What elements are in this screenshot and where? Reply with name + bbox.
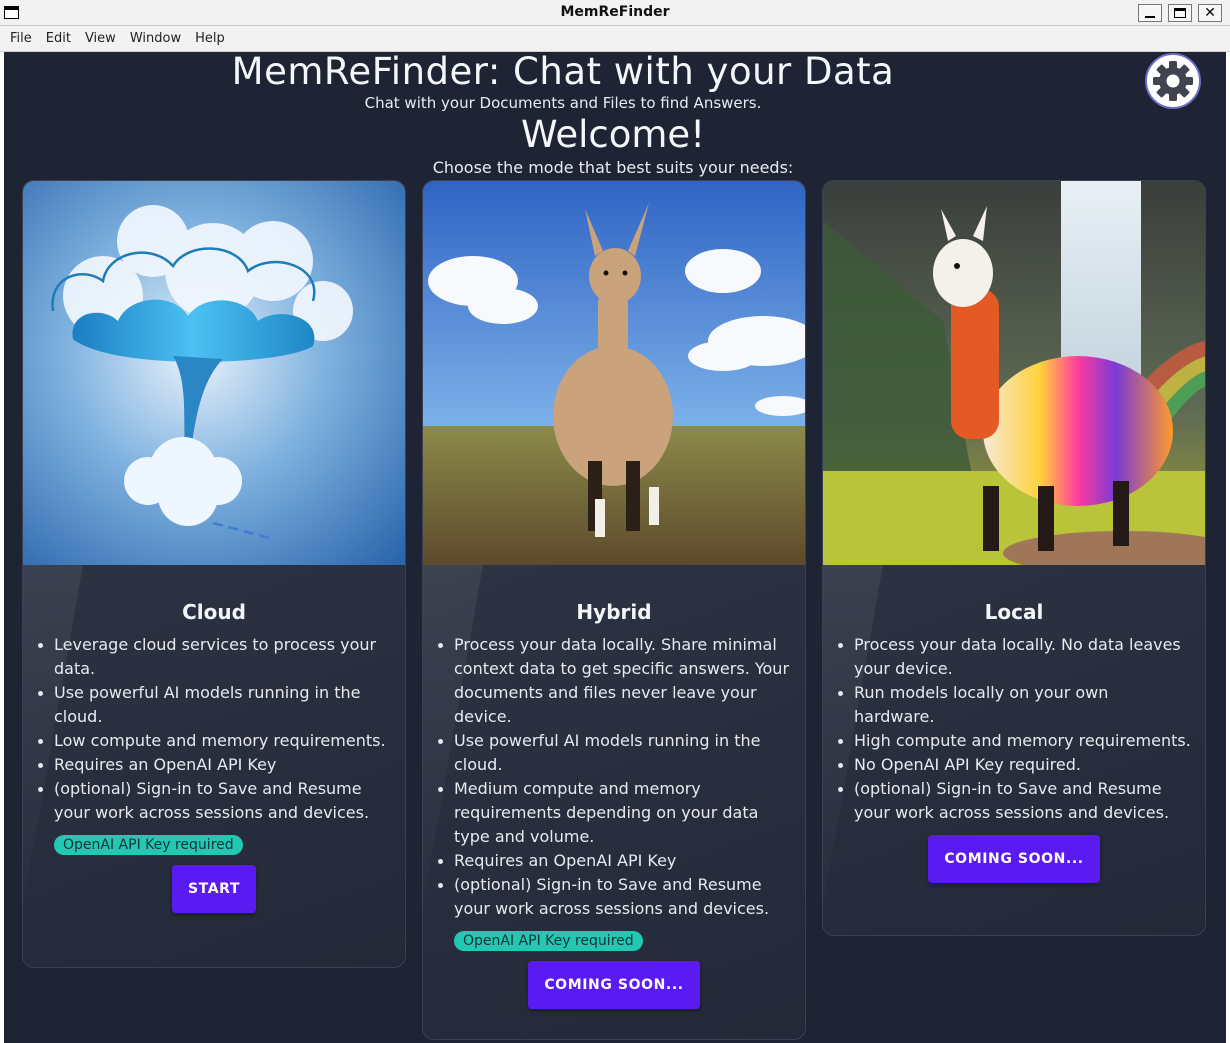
feature-list-hybrid: Process your data locally. Share minimal…: [423, 633, 805, 921]
window-title: MemReFinder: [560, 4, 670, 20]
feature-item: (optional) Sign-in to Save and Resume yo…: [838, 777, 1191, 825]
rainbow-llama-illustration: [823, 181, 1205, 565]
llama-photo: [423, 181, 805, 565]
feature-item: Process your data locally. Share minimal…: [438, 633, 791, 729]
page-subtitle: Chat with your Documents and Files to fi…: [364, 94, 762, 112]
minimize-button[interactable]: [1138, 4, 1162, 22]
maximize-icon: [1174, 8, 1186, 18]
gear-icon: [1153, 61, 1193, 101]
card-title-hybrid: Hybrid: [576, 600, 652, 624]
feature-list-local: Process your data locally. No data leave…: [823, 633, 1205, 825]
feature-item: Medium compute and memory requirements d…: [438, 777, 791, 849]
feature-item: Run models locally on your own hardware.: [838, 681, 1191, 729]
coming-soon-button-local[interactable]: COMING SOON...: [928, 835, 1100, 883]
mode-card-local: Local Process your data locally. No data…: [822, 180, 1206, 936]
feature-item: No OpenAI API Key required.: [838, 753, 1191, 777]
menu-edit[interactable]: Edit: [46, 31, 71, 46]
card-title-cloud: Cloud: [182, 600, 246, 624]
mode-prompt: Choose the mode that best suits your nee…: [432, 158, 794, 177]
close-button[interactable]: ✕: [1198, 4, 1222, 22]
feature-item: Requires an OpenAI API Key: [38, 753, 391, 777]
settings-button[interactable]: [1145, 53, 1201, 109]
menu-window[interactable]: Window: [130, 31, 181, 46]
mode-card-cloud: Cloud Leverage cloud services to process…: [22, 180, 406, 968]
api-key-badge: OpenAI API Key required: [454, 931, 643, 951]
api-key-badge: OpenAI API Key required: [54, 835, 243, 855]
mode-card-hybrid: Hybrid Process your data locally. Share …: [422, 180, 806, 1040]
app-main: MemReFinder: Chat with your Data Chat wi…: [4, 52, 1226, 1043]
start-button[interactable]: START: [171, 865, 257, 913]
menu-help[interactable]: Help: [195, 31, 225, 46]
menu-file[interactable]: File: [10, 31, 32, 46]
menu-view[interactable]: View: [85, 31, 116, 46]
feature-item: High compute and memory requirements.: [838, 729, 1191, 753]
feature-item: (optional) Sign-in to Save and Resume yo…: [38, 777, 391, 825]
maximize-button[interactable]: [1168, 4, 1192, 22]
cloud-illustration: [23, 181, 405, 565]
coming-soon-button-hybrid[interactable]: COMING SOON...: [528, 961, 700, 1009]
page-title: MemReFinder: Chat with your Data: [231, 52, 895, 93]
feature-item: Use powerful AI models running in the cl…: [38, 681, 391, 729]
welcome-heading: Welcome!: [520, 113, 706, 156]
feature-item: Leverage cloud services to process your …: [38, 633, 391, 681]
window-titlebar: MemReFinder ✕: [0, 0, 1230, 26]
feature-item: Process your data locally. No data leave…: [838, 633, 1191, 681]
feature-item: (optional) Sign-in to Save and Resume yo…: [438, 873, 791, 921]
feature-item: Requires an OpenAI API Key: [438, 849, 791, 873]
feature-item: Use powerful AI models running in the cl…: [438, 729, 791, 777]
menubar: File Edit View Window Help: [0, 26, 1230, 52]
minimize-icon: [1145, 16, 1155, 18]
feature-item: Low compute and memory requirements.: [38, 729, 391, 753]
card-title-local: Local: [984, 600, 1044, 624]
close-icon: ✕: [1204, 5, 1216, 21]
feature-list-cloud: Leverage cloud services to process your …: [23, 633, 405, 825]
